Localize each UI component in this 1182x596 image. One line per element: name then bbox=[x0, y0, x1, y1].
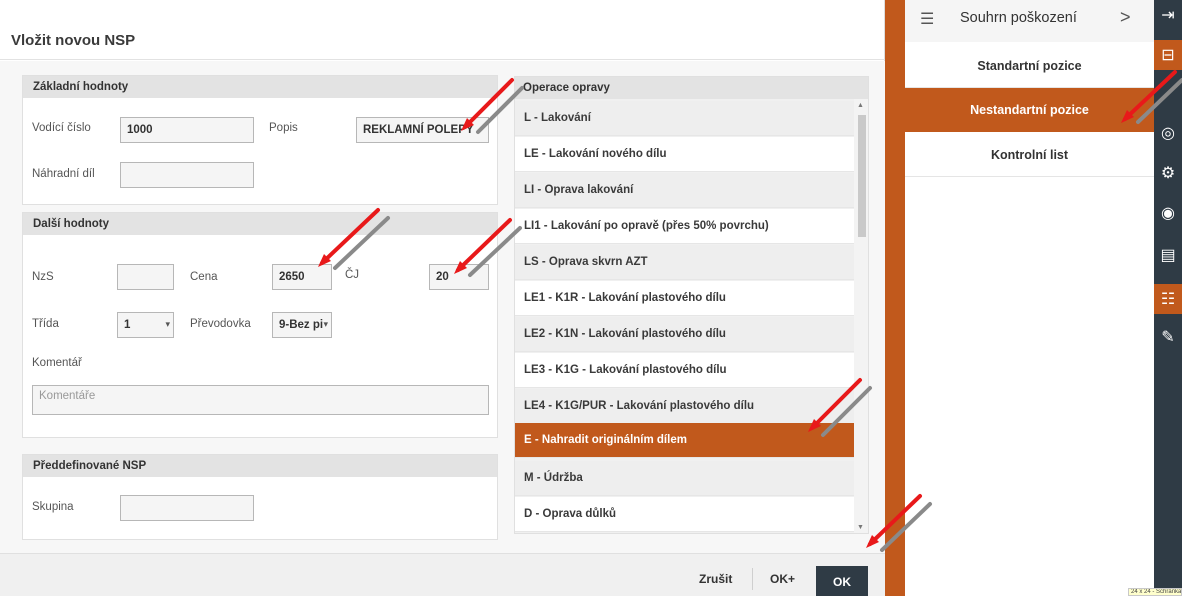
camera-icon[interactable]: ◉ bbox=[1154, 198, 1182, 228]
operation-item[interactable]: LE3 - K1G - Lakování plastového dílu bbox=[515, 353, 856, 388]
damage-summary-panel: ☰ Souhrn poškození > Standartní pozice N… bbox=[905, 0, 1154, 596]
panel-header-label: Souhrn poškození bbox=[960, 10, 1077, 26]
chevron-right-icon[interactable]: > bbox=[1120, 7, 1131, 28]
operation-item[interactable]: LE1 - K1R - Lakování plastového dílu bbox=[515, 281, 856, 316]
gear-icon[interactable]: ⚙ bbox=[1154, 158, 1182, 188]
insert-nsp-dialog: Vložit novou NSP Základní hodnoty Vodící… bbox=[0, 0, 885, 596]
cj-label: ČJ bbox=[345, 269, 360, 281]
scroll-up-icon[interactable]: ▲ bbox=[857, 102, 864, 109]
trida-label: Třída bbox=[32, 318, 59, 330]
scrollbar-thumb[interactable] bbox=[858, 115, 866, 237]
nahradni-dil-field[interactable] bbox=[120, 162, 254, 188]
footer-divider bbox=[752, 568, 753, 590]
operation-item[interactable]: LI1 - Lakování po opravě (přes 50% povrc… bbox=[515, 209, 856, 244]
panel-item-standard[interactable]: Standartní pozice bbox=[905, 44, 1154, 88]
operation-item[interactable]: M - Údržba bbox=[515, 461, 856, 496]
basic-values-section: Základní hodnoty Vodící číslo 1000 Popis… bbox=[22, 75, 498, 205]
repair-operations-list: Operace opravy L - Lakování LE - Lakován… bbox=[514, 76, 869, 534]
cena-label: Cena bbox=[190, 271, 218, 283]
summary-list-icon: ☰ bbox=[920, 11, 935, 28]
search-icon[interactable]: ◎ bbox=[1154, 118, 1182, 148]
operation-item[interactable]: LE4 - K1G/PUR - Lakování plastového dílu bbox=[515, 389, 856, 424]
nzs-label: NzS bbox=[32, 271, 54, 283]
operation-item[interactable]: LE2 - K1N - Lakování plastového dílu bbox=[515, 317, 856, 352]
panel-item-checklist[interactable]: Kontrolní list bbox=[905, 133, 1154, 177]
operation-item-selected[interactable]: E - Nahradit originálním dílem bbox=[515, 423, 856, 458]
popis-field[interactable]: REKLAMNÍ POLEPY bbox=[356, 117, 489, 143]
cj-field[interactable]: 20 bbox=[429, 264, 489, 290]
dialog-title: Vložit novou NSP bbox=[0, 10, 885, 60]
panel-header[interactable]: ☰ Souhrn poškození > bbox=[905, 0, 1154, 42]
edit-list-icon[interactable]: ✎ bbox=[1154, 322, 1182, 352]
more-values-section: Další hodnoty NzS Cena 2650 ČJ 20 Třída … bbox=[22, 212, 498, 438]
operation-item[interactable]: L - Lakování bbox=[515, 101, 856, 136]
skupina-label: Skupina bbox=[32, 501, 74, 513]
operation-item[interactable]: LS - Oprava skvrn AZT bbox=[515, 245, 856, 280]
panel-accent-border bbox=[885, 0, 905, 596]
prevodovka-select-value: 9-Bez pi bbox=[279, 319, 324, 331]
komentar-label: Komentář bbox=[32, 357, 82, 369]
screen: Vložit novou NSP Základní hodnoty Vodící… bbox=[0, 0, 1182, 596]
exit-icon[interactable]: ⇥ bbox=[1154, 0, 1182, 30]
popis-label: Popis bbox=[269, 122, 298, 134]
prevodovka-select[interactable]: 9-Bez pi bbox=[272, 312, 332, 338]
ok-plus-button[interactable]: OK+ bbox=[770, 572, 795, 586]
monitor-icon[interactable]: ▤ bbox=[1154, 240, 1182, 270]
nahradni-dil-label: Náhradní díl bbox=[32, 168, 95, 180]
operation-item[interactable]: LI - Oprava lakování bbox=[515, 173, 856, 208]
operations-header: Operace opravy bbox=[515, 77, 868, 99]
dialog-footer: Zrušit OK+ bbox=[0, 553, 885, 596]
car-icon[interactable]: ⊟ bbox=[1154, 40, 1182, 70]
scroll-down-icon[interactable]: ▼ bbox=[857, 524, 864, 531]
section-header-predefined: Předdefinované NSP bbox=[23, 455, 497, 477]
vodici-cislo-label: Vodící číslo bbox=[32, 122, 91, 134]
status-tooltip: 24 x 24 - Schránka bbox=[1128, 588, 1182, 596]
section-header-basic: Základní hodnoty bbox=[23, 76, 497, 98]
operation-item[interactable]: LE - Lakování nového dílu bbox=[515, 137, 856, 172]
operation-item[interactable]: D - Oprava důlků bbox=[515, 497, 856, 532]
trida-select-value: 1 bbox=[124, 319, 131, 331]
cancel-button[interactable]: Zrušit bbox=[699, 572, 732, 586]
predefined-nsp-section: Předdefinované NSP Skupina bbox=[22, 454, 498, 540]
icon-toolbar: ⇥ ⊟ ◎ ⚙ ◉ ▤ ☷ ✎ bbox=[1154, 0, 1182, 596]
komentar-textarea[interactable]: Komentáře bbox=[32, 385, 489, 415]
ok-button[interactable]: OK bbox=[816, 566, 868, 596]
panel-item-nonstandard[interactable]: Nestandartní pozice bbox=[905, 88, 1154, 132]
cena-field[interactable]: 2650 bbox=[272, 264, 332, 290]
summary-icon[interactable]: ☷ bbox=[1154, 284, 1182, 314]
section-header-more: Další hodnoty bbox=[23, 213, 497, 235]
prevodovka-label: Převodovka bbox=[190, 318, 251, 330]
vodici-cislo-field[interactable]: 1000 bbox=[120, 117, 254, 143]
operations-scrollbar[interactable]: ▲ ▼ bbox=[854, 99, 868, 533]
nzs-field[interactable] bbox=[117, 264, 174, 290]
trida-select[interactable]: 1 bbox=[117, 312, 174, 338]
skupina-field[interactable] bbox=[120, 495, 254, 521]
